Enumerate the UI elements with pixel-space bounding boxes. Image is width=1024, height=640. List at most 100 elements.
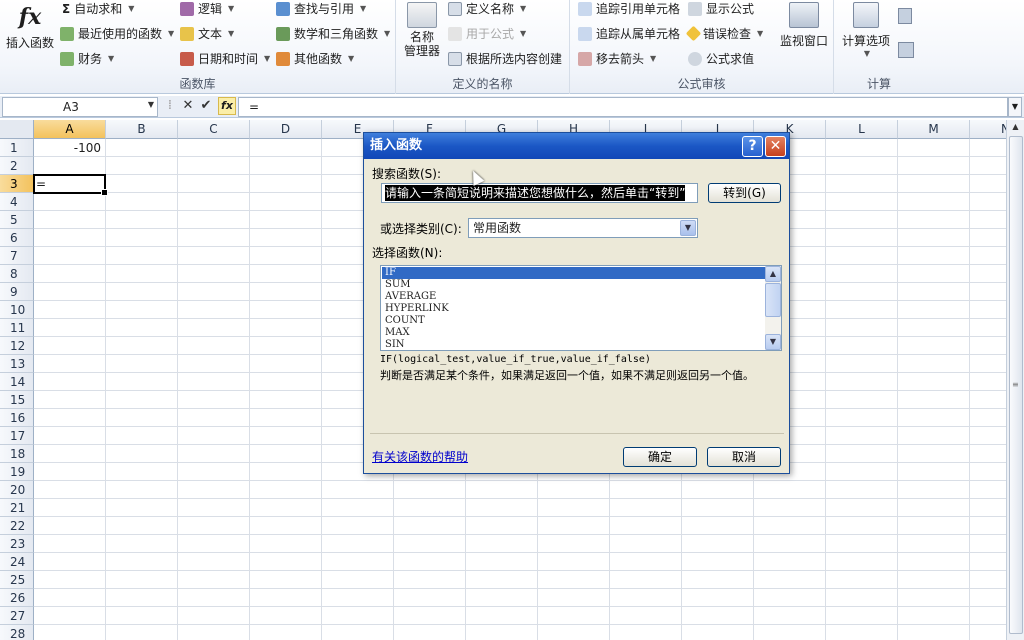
watch-window-button[interactable]: 监视窗口 <box>776 2 832 49</box>
search-label: 搜索函数(S): <box>372 167 442 181</box>
category-select[interactable]: 常用函数 ▼ <box>468 218 698 238</box>
cell-a1[interactable]: -100 <box>34 139 105 157</box>
function-listbox[interactable]: IF SUM AVERAGE HYPERLINK COUNT MAX SIN ▲ ▼ <box>380 265 782 351</box>
dialog-titlebar[interactable]: 插入函数 <box>364 133 789 159</box>
row-header[interactable]: 12 <box>0 337 34 355</box>
name-manager-button[interactable]: 名称 管理器 <box>400 2 444 58</box>
list-scrollbar[interactable]: ▲ ▼ <box>765 266 781 350</box>
row-header[interactable]: 6 <box>0 229 34 247</box>
use-in-formula-button[interactable]: 用于公式 ▼ <box>448 25 526 42</box>
row-header[interactable]: 15 <box>0 391 34 409</box>
remove-arrows-button[interactable]: 移去箭头 ▼ <box>578 50 656 67</box>
warning-icon <box>685 25 702 42</box>
insert-function-fx-icon[interactable]: fx <box>218 97 236 115</box>
column-header[interactable]: C <box>178 120 250 139</box>
row-header[interactable]: 4 <box>0 193 34 211</box>
more-functions-button[interactable]: 其他函数 ▼ <box>276 50 354 67</box>
row-header[interactable]: 23 <box>0 535 34 553</box>
function-list-item[interactable]: COUNT <box>382 315 765 327</box>
row-header[interactable]: 7 <box>0 247 34 265</box>
function-help-link[interactable]: 有关该函数的帮助 <box>372 448 468 465</box>
show-formulas-button[interactable]: 显示公式 <box>688 0 754 17</box>
trace-dependents-button[interactable]: 追踪从属单元格 <box>578 25 680 42</box>
row-header[interactable]: 9 <box>0 283 34 301</box>
scroll-up-icon[interactable]: ▲ <box>765 266 781 282</box>
row-header[interactable]: 26 <box>0 589 34 607</box>
row-header[interactable]: 25 <box>0 571 34 589</box>
row-header[interactable]: 11 <box>0 319 34 337</box>
calculate-sheet-icon[interactable] <box>898 42 914 58</box>
row-header[interactable]: 17 <box>0 427 34 445</box>
datetime-button[interactable]: 日期和时间 ▼ <box>180 50 270 67</box>
row-header[interactable]: 2 <box>0 157 34 175</box>
function-list-item[interactable]: SUM <box>382 279 765 291</box>
row-header[interactable]: 22 <box>0 517 34 535</box>
evaluate-formula-button[interactable]: 公式求值 <box>688 50 754 67</box>
row-header[interactable]: 13 <box>0 355 34 373</box>
scroll-down-icon[interactable]: ▼ <box>765 334 781 350</box>
row-header[interactable]: 8 <box>0 265 34 283</box>
function-list-item[interactable]: AVERAGE <box>382 291 765 303</box>
cancel-icon[interactable]: ✕ <box>180 98 196 114</box>
search-input[interactable]: 请输入一条简短说明来描述您想做什么，然后单击“转到” <box>381 183 698 203</box>
list-scroll-thumb[interactable] <box>765 283 781 317</box>
row-header[interactable]: 14 <box>0 373 34 391</box>
function-list-item[interactable]: MAX <box>382 327 765 339</box>
column-header[interactable]: N <box>970 120 1006 139</box>
row-header[interactable]: 5 <box>0 211 34 229</box>
name-box[interactable]: A3 ▼ <box>2 97 158 117</box>
chevron-down-icon[interactable]: ▼ <box>680 220 696 236</box>
row-header[interactable]: 21 <box>0 499 34 517</box>
function-list-item[interactable]: SIN <box>382 339 765 350</box>
error-checking-button[interactable]: 错误检查 ▼ <box>685 25 763 42</box>
row-header[interactable]: 10 <box>0 301 34 319</box>
vertical-scrollbar[interactable]: ▲ ≡ <box>1006 120 1024 640</box>
help-icon[interactable]: ? <box>742 136 763 157</box>
row-header[interactable]: 3 <box>0 175 34 193</box>
column-header[interactable]: B <box>106 120 178 139</box>
ok-button[interactable]: 确定 <box>623 447 697 467</box>
function-signature: IF(logical_test,value_if_true,value_if_f… <box>380 354 651 365</box>
calculate-now-icon[interactable] <box>898 8 912 24</box>
calculation-group: 计算选项 ▼ 计算 <box>834 0 924 94</box>
lookup-reference-button[interactable]: 查找与引用 ▼ <box>276 0 366 17</box>
autosum-button[interactable]: Σ 自动求和 ▼ <box>62 0 134 17</box>
expand-formula-bar-icon[interactable]: ▼ <box>1008 97 1022 117</box>
row-header[interactable]: 27 <box>0 607 34 625</box>
text-button[interactable]: 文本 ▼ <box>180 25 234 42</box>
financial-button[interactable]: 财务 ▼ <box>60 50 114 67</box>
row-header[interactable]: 20 <box>0 481 34 499</box>
cancel-button[interactable]: 取消 <box>707 447 781 467</box>
book-icon <box>60 26 74 41</box>
calc-options-button[interactable]: 计算选项 ▼ <box>838 2 894 58</box>
row-header[interactable]: 28 <box>0 625 34 640</box>
trace-precedents-button[interactable]: 追踪引用单元格 <box>578 0 680 17</box>
column-header[interactable]: M <box>898 120 970 139</box>
chevron-down-icon[interactable]: ▼ <box>148 100 154 109</box>
row-header[interactable]: 18 <box>0 445 34 463</box>
row-header[interactable]: 1 <box>0 139 34 157</box>
enter-check-icon[interactable]: ✔ <box>198 98 214 114</box>
function-list-item[interactable]: HYPERLINK <box>382 303 765 315</box>
column-header[interactable]: A <box>34 120 106 139</box>
formula-input[interactable]: = <box>238 97 1008 117</box>
close-icon[interactable]: ✕ <box>765 136 786 157</box>
search-input-text: 请输入一条简短说明来描述您想做什么，然后单击“转到” <box>385 185 686 201</box>
insert-function-button[interactable]: fx 插入函数 <box>4 2 56 51</box>
define-name-button[interactable]: 定义名称 ▼ <box>448 0 526 17</box>
logical-button[interactable]: 逻辑 ▼ <box>180 0 234 17</box>
select-all-corner[interactable] <box>0 120 34 139</box>
grip-icon: ≡ <box>1012 380 1019 389</box>
scroll-up-icon[interactable]: ▲ <box>1007 120 1024 134</box>
row-header[interactable]: 16 <box>0 409 34 427</box>
function-list-item[interactable]: IF <box>382 267 765 279</box>
math-trig-button[interactable]: 数学和三角函数 ▼ <box>276 25 390 42</box>
go-button[interactable]: 转到(G) <box>708 183 781 203</box>
column-header[interactable]: D <box>250 120 322 139</box>
recent-functions-button[interactable]: 最近使用的函数 ▼ <box>60 25 174 42</box>
select-function-label: 选择函数(N): <box>372 246 443 260</box>
column-header[interactable]: L <box>826 120 898 139</box>
row-header[interactable]: 24 <box>0 553 34 571</box>
create-from-selection-button[interactable]: 根据所选内容创建 <box>448 50 562 67</box>
row-header[interactable]: 19 <box>0 463 34 481</box>
